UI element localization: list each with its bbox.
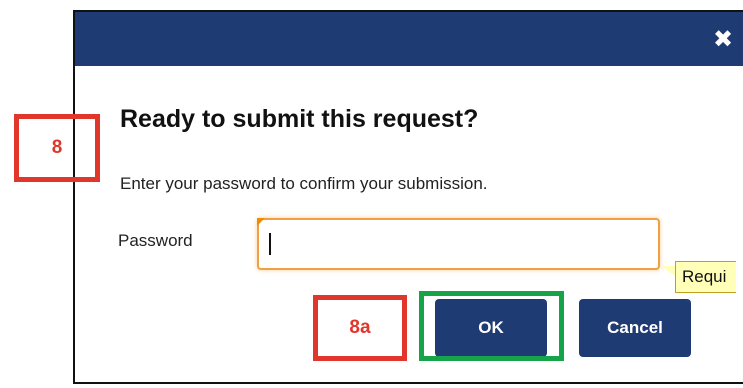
dialog-heading: Ready to submit this request? — [120, 105, 479, 133]
close-icon[interactable]: ✖ — [711, 26, 735, 52]
step-callout-8: 8 — [14, 114, 100, 182]
step-callout-8a: 8a — [313, 295, 407, 361]
step-callout-8-label: 8 — [51, 137, 63, 158]
required-corner-icon — [257, 218, 265, 226]
required-tooltip: Requi — [675, 261, 737, 293]
ok-highlight-box — [419, 291, 564, 361]
text-cursor — [269, 233, 271, 255]
password-input[interactable] — [257, 218, 660, 270]
screenshot-stage: ✖ Ready to submit this request? Enter yo… — [0, 0, 743, 388]
instructions-text: Enter your password to confirm your subm… — [120, 174, 488, 193]
cancel-button[interactable]: Cancel — [579, 299, 691, 357]
submit-confirmation-dialog: ✖ Ready to submit this request? Enter yo… — [73, 10, 743, 384]
tooltip-arrow — [661, 266, 675, 276]
step-callout-8a-label: 8a — [349, 317, 371, 338]
password-label: Password — [118, 231, 193, 250]
dialog-titlebar: ✖ — [75, 12, 743, 66]
